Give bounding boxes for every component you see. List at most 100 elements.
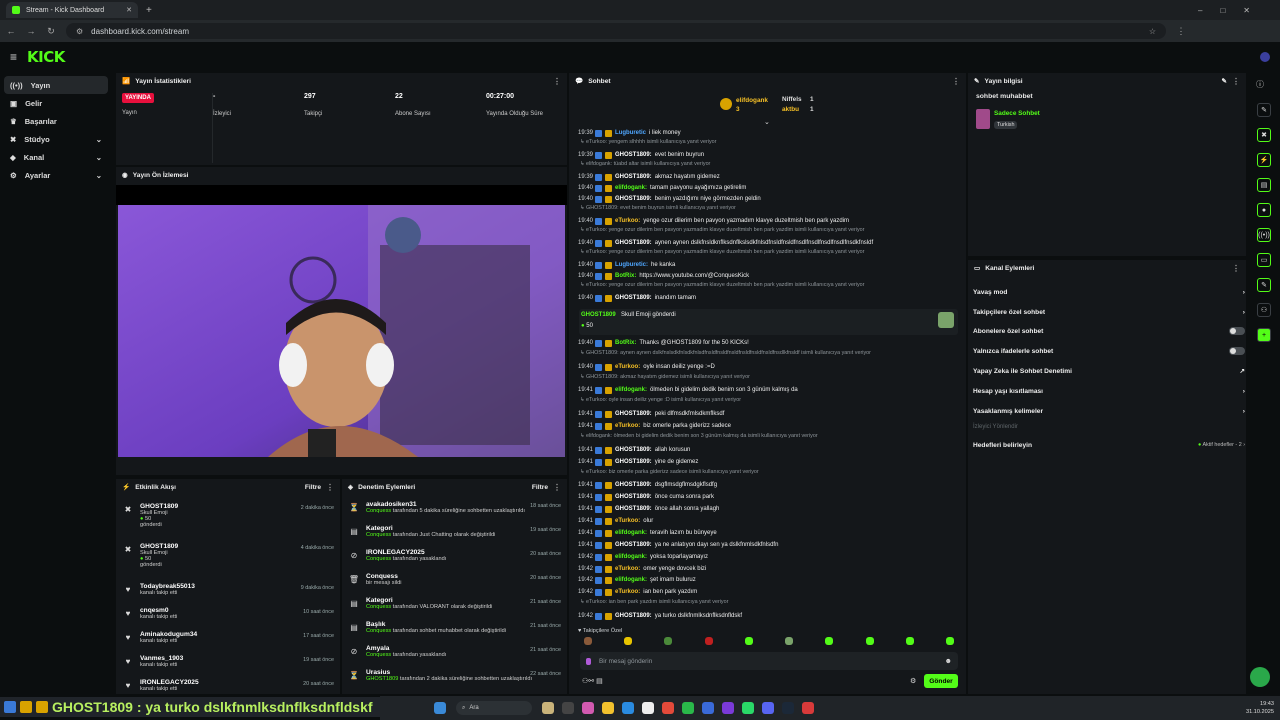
- forward-icon[interactable]: →: [26, 26, 36, 36]
- user-name[interactable]: Aminakodugum34: [140, 631, 197, 638]
- filter-button[interactable]: Filtre: [532, 484, 548, 491]
- moderation-target[interactable]: IRONLEGACY2025: [366, 549, 446, 556]
- moderation-actor[interactable]: Conquess: [366, 652, 391, 658]
- chat-username[interactable]: GHOST1809:: [615, 542, 652, 548]
- chat-message[interactable]: 19:41 GHOST1809: önce cuma sonra park: [578, 492, 714, 502]
- chat-username[interactable]: elifdogank:: [615, 577, 647, 583]
- moderation-actor[interactable]: Conquess: [366, 604, 391, 610]
- chat-input[interactable]: Bir mesaj gönderin ☻: [580, 652, 958, 670]
- chat-message[interactable]: 19:41 GHOST1809: yine de gidemez: [578, 457, 698, 467]
- moderation-target[interactable]: Kategori: [366, 597, 492, 604]
- chat-message[interactable]: 19:42 elifdogank: şet imam buluruz: [578, 575, 696, 585]
- close-tab-icon[interactable]: ✕: [126, 6, 132, 14]
- chat-username[interactable]: GHOST1809:: [615, 494, 652, 500]
- chat-message[interactable]: 19:40 BotRix: Thanks @GHOST1809 for the 50…: [578, 338, 749, 348]
- chat-message[interactable]: 19:41 GHOST1809: dsgflmsdgflmsdgkflsdfg: [578, 480, 717, 490]
- moderation-target[interactable]: Urasius: [366, 669, 532, 676]
- moderation-actor[interactable]: Conquess: [366, 628, 391, 634]
- action-ai-moderation[interactable]: Yapay Zeka ile Sohbet Denetimi ↗: [973, 361, 1245, 381]
- chat-username[interactable]: BotRix:: [615, 273, 636, 279]
- bookmark-star-icon[interactable]: ☆: [1149, 27, 1156, 36]
- chat-username[interactable]: GHOST1809:: [615, 152, 652, 158]
- chat-username[interactable]: GHOST1809:: [615, 506, 652, 512]
- chat-username[interactable]: eTurkoo:: [615, 423, 640, 429]
- app-icon[interactable]: [722, 702, 734, 714]
- app-icon[interactable]: [702, 702, 714, 714]
- chat-tools-icon[interactable]: ⚇⚯ ▤: [582, 677, 603, 685]
- taskbar-search[interactable]: ⌕ Ara: [456, 701, 532, 715]
- chat-username[interactable]: Lugburetic: [615, 130, 646, 136]
- user-name[interactable]: IRONLEGACY2025: [140, 679, 199, 686]
- more-icon[interactable]: ⋮: [553, 77, 561, 86]
- chat-username[interactable]: elifdogank:: [615, 185, 647, 191]
- clipboard-icon[interactable]: ▤: [1257, 178, 1271, 192]
- moderation-target[interactable]: Başlık: [366, 621, 506, 628]
- sidebar-item-kanal[interactable]: ◆ Kanal ⌄: [4, 148, 108, 166]
- chat-message[interactable]: 19:41 eTurkoo: biz omerle parka giderizz s…: [578, 421, 731, 431]
- chat-username[interactable]: GHOST1809:: [615, 196, 652, 202]
- kick-icon[interactable]: ✖: [1257, 128, 1271, 142]
- stream-preview-video[interactable]: [118, 205, 565, 457]
- app-icon[interactable]: [622, 702, 634, 714]
- moderation-target[interactable]: avakadosiken31: [366, 501, 525, 508]
- action-slow-mode[interactable]: Yavaş mod ›: [973, 282, 1245, 302]
- emote-icon[interactable]: [744, 637, 753, 645]
- chat-username[interactable]: eTurkoo:: [615, 589, 640, 595]
- live-icon[interactable]: ((•)): [1257, 228, 1271, 242]
- chat-message[interactable]: 19:39 Lugburetic i liek money: [578, 128, 681, 138]
- chat-username[interactable]: GHOST1809:: [615, 411, 652, 417]
- new-tab-icon[interactable]: +: [146, 5, 152, 16]
- chat-message[interactable]: 19:40 elifdogank: tamam pavyonu ayağımıza …: [578, 183, 746, 193]
- category-name[interactable]: Sadece Sohbet: [994, 110, 1040, 117]
- info-icon[interactable]: ⓘ: [1256, 79, 1264, 90]
- windows-start-icon[interactable]: [434, 702, 446, 714]
- more-icon[interactable]: ⋮: [952, 77, 960, 86]
- send-button[interactable]: Gönder: [924, 674, 958, 688]
- chat-message[interactable]: 19:42 GHOST1809: ya turko dslkfnmlksdnflks…: [578, 611, 742, 621]
- chat-message[interactable]: 19:40 GHOST1809: benim yazdığımı niye görm…: [578, 194, 761, 204]
- sidebar-item-gelir[interactable]: ▣ Gelir: [4, 94, 108, 112]
- chat-username[interactable]: BotRix:: [615, 340, 636, 346]
- subs-only-toggle[interactable]: [1229, 327, 1245, 335]
- sidebar-item-ayarlar[interactable]: ⚙ Ayarlar ⌄: [4, 166, 108, 184]
- wrench-icon[interactable]: ✎: [1257, 278, 1271, 292]
- reload-icon[interactable]: ↻: [46, 26, 56, 37]
- emote-icon[interactable]: [905, 637, 914, 645]
- chat-message[interactable]: 19:42 eTurkoo: ian ben park yazdım: [578, 587, 697, 597]
- emote-icon[interactable]: [624, 637, 633, 645]
- more-icon[interactable]: ⋮: [1232, 77, 1240, 86]
- chat-username[interactable]: GHOST1809:: [615, 174, 652, 180]
- app-icon[interactable]: [802, 702, 814, 714]
- chat-message[interactable]: 19:40 eTurkoo: yenge ozur dilerim ben pavy…: [578, 216, 849, 226]
- chrome-icon[interactable]: [662, 702, 674, 714]
- back-icon[interactable]: ←: [6, 26, 16, 36]
- chat-message[interactable]: 19:41 elifdogank: ölmeden bi gidelim dedik…: [578, 385, 798, 395]
- user-name[interactable]: cnqesm0: [140, 607, 177, 614]
- chat-username[interactable]: GHOST1809:: [615, 447, 652, 453]
- app-icon[interactable]: [562, 702, 574, 714]
- site-info-icon[interactable]: ⚙: [76, 27, 83, 36]
- browser-menu-icon[interactable]: ⋮: [1176, 26, 1186, 37]
- chat-message[interactable]: 19:41 elifdogank: teravih lazım bu bünyeye: [578, 528, 717, 538]
- chat-username[interactable]: GHOST1809:: [615, 482, 652, 488]
- clock[interactable]: 19:43 31.10.2025: [1246, 700, 1274, 716]
- moderation-target[interactable]: Amyala: [366, 645, 446, 652]
- emote-icon[interactable]: [664, 637, 673, 645]
- action-goals[interactable]: Hedefleri belirleyin ● Aktif hedefler - 2…: [973, 435, 1245, 455]
- gift-user[interactable]: GHOST1809: [581, 312, 616, 318]
- address-bar[interactable]: ⚙ dashboard.kick.com/stream ☆: [66, 23, 1166, 39]
- app-icon[interactable]: [642, 702, 654, 714]
- chat-username[interactable]: GHOST1809:: [615, 295, 652, 301]
- bolt-icon[interactable]: ⚡: [1257, 153, 1271, 167]
- panel-icon[interactable]: ▭: [1257, 253, 1271, 267]
- more-icon[interactable]: ⋮: [553, 483, 561, 492]
- action-banned-words[interactable]: Yasaklanmış kelimeler ›: [973, 401, 1245, 421]
- hamburger-menu-icon[interactable]: ≡: [10, 50, 17, 64]
- chat-username[interactable]: eTurkoo:: [615, 218, 640, 224]
- chat-username[interactable]: elifdogank:: [615, 387, 647, 393]
- spotify-icon[interactable]: [742, 702, 754, 714]
- pinned-user[interactable]: elifdogank: [736, 97, 768, 104]
- emote-icon[interactable]: [825, 637, 834, 645]
- chat-username[interactable]: elifdogank:: [615, 554, 647, 560]
- chat-message[interactable]: 19:40 eTurkoo: oyle insan deiliz yenge :=D: [578, 362, 715, 372]
